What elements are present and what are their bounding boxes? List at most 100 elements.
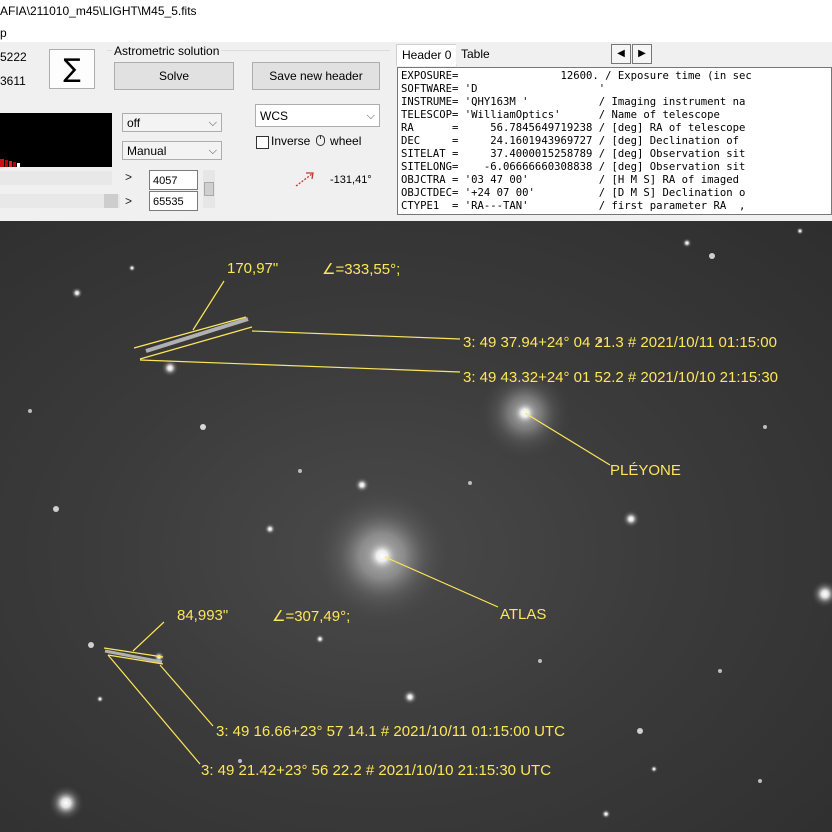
header-line: SITELAT = 37.4000015258789 / [deg] Obser… — [401, 148, 746, 160]
header-line: RA = 56.7845649719238 / [deg] RA of tele… — [401, 122, 746, 134]
triangle-left-icon: ◀ — [617, 48, 625, 59]
comet-position-1b: 3: 49 43.32+24° 01 52.2 # 2021/10/10 21:… — [463, 369, 779, 386]
header-line: OBJCTDEC= '+24 07 00' / [D M S] Declinat… — [401, 187, 746, 199]
histogram-bar — [9, 161, 12, 167]
chevron-down-icon: ⌵ — [366, 110, 375, 122]
star — [758, 779, 762, 783]
star — [28, 409, 32, 413]
star — [128, 264, 136, 272]
star — [796, 227, 804, 235]
save-header-button[interactable]: Save new header — [252, 62, 380, 90]
histogram-bar — [5, 160, 8, 167]
stretch-select-value: off — [127, 116, 141, 130]
header-line: CTYPE1 = 'RA---TAN' / first parameter RA… — [401, 200, 746, 212]
increment-arrow-2[interactable]: > — [125, 194, 132, 208]
mouse-icon — [315, 135, 325, 146]
star — [682, 238, 692, 248]
star — [264, 523, 276, 535]
min-value-input[interactable]: 4057 — [149, 170, 198, 190]
header-line: SITELONG= -6.06666660308838 / [deg] Obse… — [401, 161, 746, 173]
histogram — [0, 113, 112, 167]
star — [718, 669, 722, 673]
chevron-down-icon: ⌵ — [208, 117, 217, 129]
max-value-input[interactable]: 65535 — [149, 191, 198, 211]
annotation-line — [139, 359, 461, 373]
vertical-slider[interactable] — [203, 170, 215, 208]
histogram-plot — [0, 159, 20, 167]
star — [709, 253, 715, 259]
star — [88, 642, 94, 648]
wheel-label: wheel — [330, 134, 362, 148]
increment-arrow-1[interactable]: > — [125, 170, 132, 184]
star — [200, 424, 206, 430]
stretch-select[interactable]: off ⌵ — [122, 113, 222, 132]
tab-table[interactable]: Table — [456, 44, 495, 65]
star — [622, 510, 640, 528]
rotation-arrow-icon — [295, 172, 314, 187]
header-line: EXPOSURE= 12600. / Exposure time (in sec — [401, 70, 752, 82]
star — [650, 765, 658, 773]
fits-header-text[interactable]: EXPOSURE= 12600. / Exposure time (in sec… — [397, 67, 832, 215]
chevron-down-icon: ⌵ — [208, 145, 217, 157]
astrometric-group-label: Astrometric solution — [112, 44, 222, 58]
position-angle-1: ∠=333,55°; — [322, 261, 401, 278]
range-mode-select[interactable]: Manual ⌵ — [122, 141, 222, 160]
header-line: TELESCOP= 'WilliamOptics' / Name of tele… — [401, 109, 720, 121]
annotation-line — [139, 326, 253, 360]
annotation-line — [107, 654, 201, 765]
star — [763, 425, 767, 429]
position-angle-2: ∠=307,49°; — [272, 608, 351, 625]
star — [71, 287, 83, 299]
comet-position-1a: 3: 49 37.94+24° 04 21.3 # 2021/10/11 01:… — [463, 334, 777, 351]
previous-hdu-button[interactable]: ◀ — [611, 44, 631, 64]
slider-thumb[interactable] — [204, 182, 214, 196]
header-line: INSTRUME= 'QHY163M ' / Imaging instrumen… — [401, 96, 746, 108]
menu-bar — [0, 22, 832, 42]
label-atlas: ATLAS — [500, 606, 547, 623]
triangle-right-icon: ▶ — [638, 48, 646, 59]
star — [298, 469, 302, 473]
label-pleyone: PLÉYONE — [610, 462, 681, 479]
annotation-line — [159, 664, 214, 727]
star — [96, 695, 104, 703]
coord-mode-value: WCS — [260, 109, 288, 123]
white-level-slider[interactable] — [0, 194, 120, 208]
atlas-star — [360, 534, 404, 578]
header-line: SOFTWARE= 'D ' — [401, 83, 606, 95]
window-title: AFIA\211010_m45\LIGHT\M45_5.fits — [0, 4, 197, 18]
star — [402, 689, 418, 705]
value-readout-1: 5222 — [0, 50, 27, 64]
inverse-label: Inverse — [271, 134, 311, 148]
annotation-line — [132, 621, 165, 652]
tab-header-0[interactable]: Header 0 — [396, 44, 458, 66]
black-level-slider[interactable] — [0, 171, 112, 185]
comet-position-2a: 3: 49 16.66+23° 57 14.1 # 2021/10/11 01:… — [216, 723, 565, 740]
range-mode-value: Manual — [127, 144, 167, 158]
star — [315, 634, 325, 644]
star — [468, 481, 472, 485]
coord-mode-select[interactable]: WCS ⌵ — [255, 104, 380, 127]
menu-item[interactable]: p — [0, 26, 7, 40]
histogram-bar — [0, 159, 4, 167]
value-readout-2: 3611 — [0, 74, 26, 88]
solve-button[interactable]: Solve — [114, 62, 234, 90]
star — [48, 785, 84, 821]
next-hdu-button[interactable]: ▶ — [632, 44, 652, 64]
arc-length-1: 170,97" — [227, 260, 279, 277]
image-viewer[interactable]: 170,97" ∠=333,55°; 3: 49 37.94+24° 04 21… — [0, 221, 832, 832]
header-line: OBJCTRA = '03 47 00' / [H M S] RA of ima… — [401, 174, 740, 186]
sum-button[interactable]: ∑ — [49, 49, 95, 89]
arc-length-2: 84,993" — [177, 607, 229, 624]
rotation-angle: -131,41° — [330, 174, 372, 186]
star — [601, 809, 611, 819]
histogram-bar — [17, 163, 20, 167]
annotation-line — [133, 316, 247, 349]
star — [354, 477, 370, 493]
comet-position-2b: 3: 49 21.42+23° 56 22.2 # 2021/10/10 21:… — [201, 762, 552, 779]
slider-thumb[interactable] — [104, 194, 118, 208]
star — [53, 506, 59, 512]
inverse-wheel-checkbox[interactable] — [256, 136, 269, 149]
star — [637, 728, 643, 734]
histogram-bar — [13, 162, 16, 167]
annotation-line — [251, 330, 461, 340]
